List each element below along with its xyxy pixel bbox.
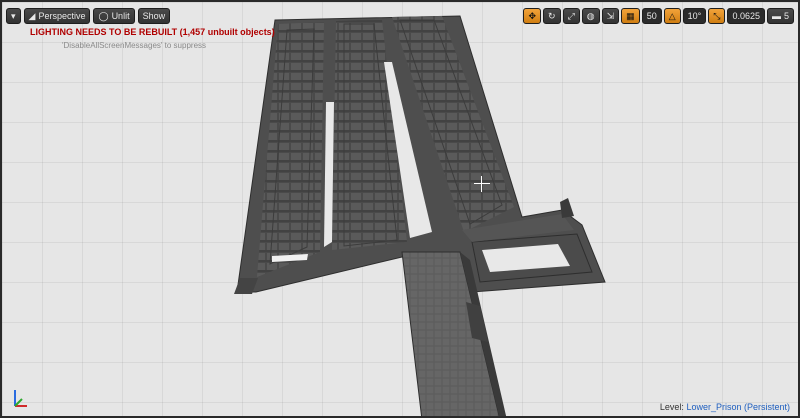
globe-icon: ◍: [586, 10, 595, 21]
perspective-button[interactable]: ◢ Perspective: [23, 8, 91, 24]
grid-snap-toggle[interactable]: ▦: [621, 8, 640, 24]
viewport-options-button[interactable]: ▾: [6, 8, 21, 24]
surface-snap-icon: ⇲: [606, 10, 615, 21]
level-status: Level: Lower_Prison (Persistent): [660, 402, 790, 412]
scale-snap-icon: ⤡: [713, 10, 721, 21]
grid-snap-value-text: 50: [646, 11, 657, 21]
suppress-hint: 'DisableAllScreenMessages' to suppress: [62, 41, 207, 50]
view-mode-button[interactable]: ◯ Unlit: [93, 8, 135, 24]
viewport-toolbar-right: ✥ ↻ ⤢ ◍ ⇲ ▦ 50 △ 10° ⤡ 0.0625 ▬ 5: [523, 8, 794, 24]
rotation-snap-toggle[interactable]: △: [663, 8, 681, 24]
move-icon: ✥: [528, 10, 537, 21]
level-label: Level:: [659, 402, 684, 412]
view-mode-label: Unlit: [111, 11, 130, 21]
axis-gizmo-icon: [14, 390, 27, 407]
show-label: Show: [142, 11, 166, 21]
crosshair-icon: [474, 176, 490, 192]
view-mode-icon: ◯: [98, 10, 109, 21]
scale-mode-button[interactable]: ⤢: [562, 8, 580, 24]
level-name: Lower_Prison (Persistent): [686, 402, 790, 412]
scale-icon: ⤢: [567, 10, 575, 21]
viewport-toolbar-left: ▾ ◢ Perspective ◯ Unlit Show: [6, 8, 171, 24]
lighting-warning: LIGHTING NEEDS TO BE REBUILT (1,457 unbu…: [30, 27, 275, 37]
perspective-label: Perspective: [38, 11, 86, 21]
rotate-icon: ↻: [548, 10, 556, 21]
scale-snap-value-text: 0.0625: [732, 11, 760, 21]
show-button[interactable]: Show: [137, 8, 171, 24]
translate-mode-button[interactable]: ✥: [523, 8, 542, 24]
rotation-snap-value[interactable]: 10°: [682, 8, 707, 24]
scale-snap-value[interactable]: 0.0625: [727, 8, 765, 24]
rotation-snap-value-text: 10°: [687, 11, 702, 21]
rotate-mode-button[interactable]: ↻: [543, 8, 561, 24]
grid-icon: ▦: [626, 10, 635, 21]
grid-snap-value[interactable]: 50: [641, 8, 662, 24]
scale-snap-toggle[interactable]: ⤡: [708, 8, 726, 24]
camera-icon: ▬: [771, 11, 781, 21]
surface-snap-button[interactable]: ⇲: [601, 8, 620, 24]
perspective-icon: ◢: [28, 10, 36, 21]
prison-level-mesh: [234, 15, 606, 416]
camera-speed-value-text: 5: [783, 11, 789, 21]
level-viewport[interactable]: ▾ ◢ Perspective ◯ Unlit Show ✥ ↻ ⤢ ◍ ⇲ ▦…: [0, 0, 800, 418]
angle-icon: △: [668, 10, 676, 21]
camera-speed-button[interactable]: ▬ 5: [766, 8, 794, 24]
world-local-toggle[interactable]: ◍: [581, 8, 600, 24]
chevron-down-icon: ▾: [11, 10, 16, 21]
